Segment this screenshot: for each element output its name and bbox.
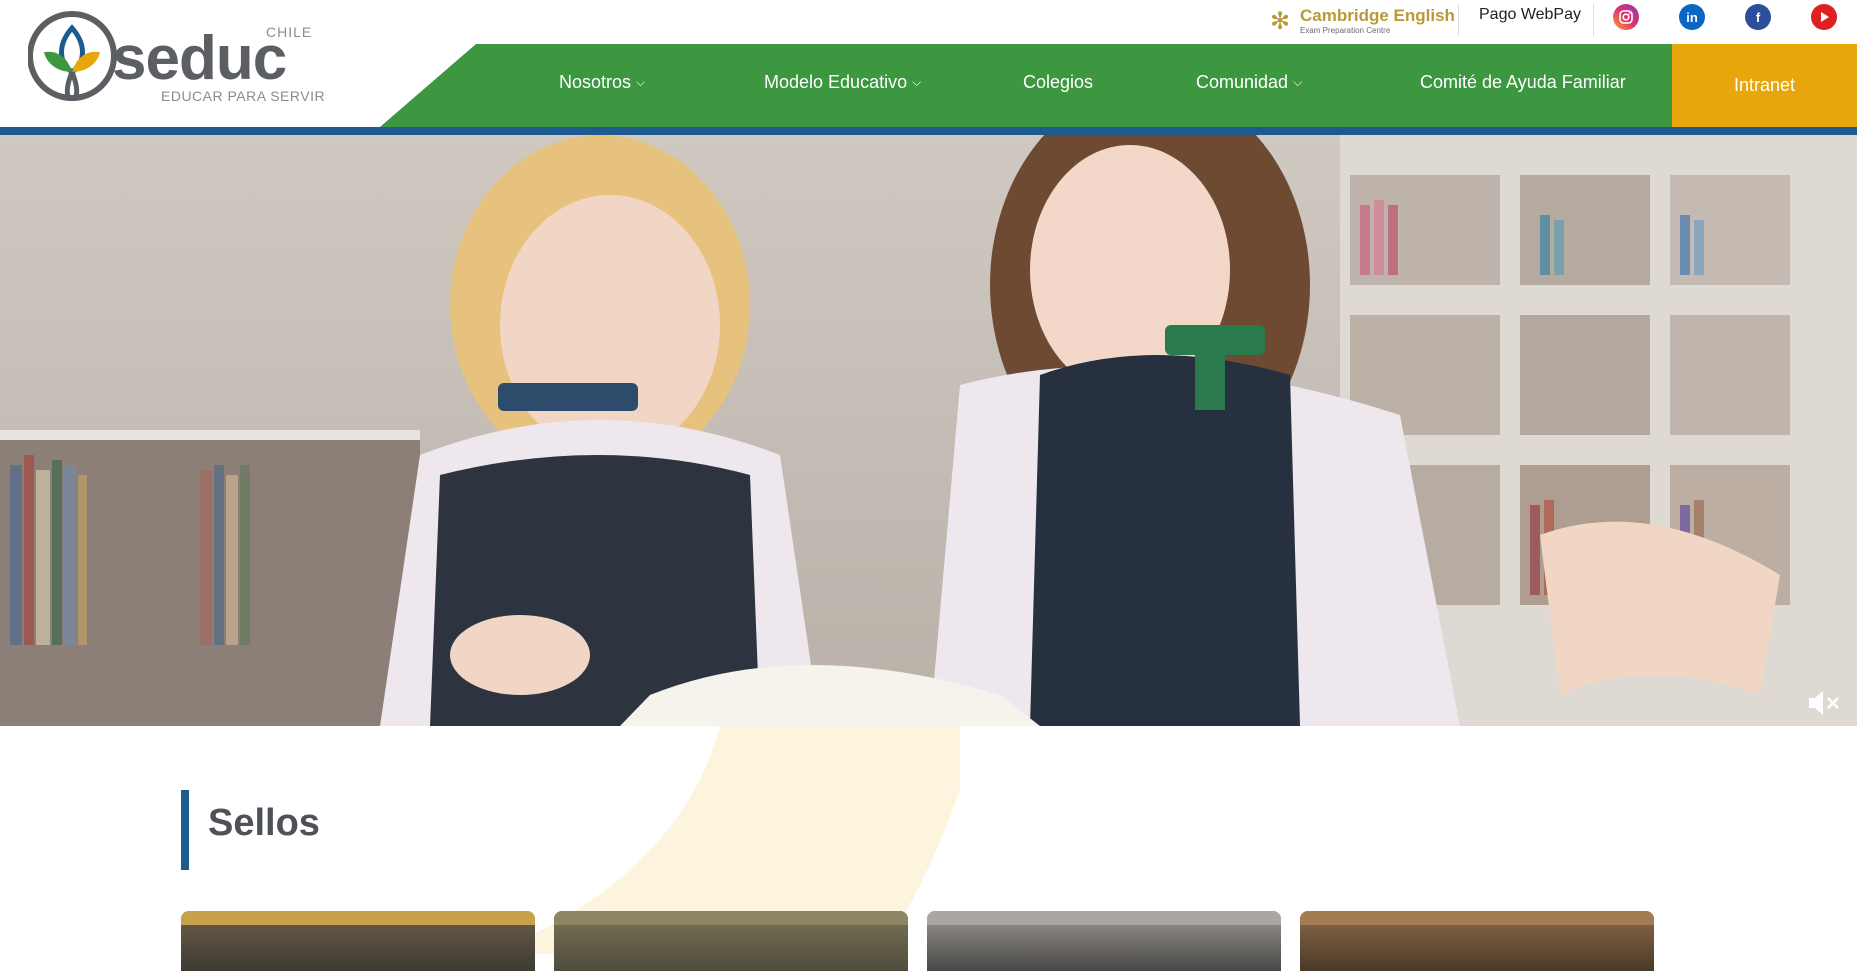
section-accent-bar <box>181 790 189 870</box>
seduc-logo[interactable]: CHILE seduc EDUCAR PARA SERVIR <box>28 10 328 110</box>
pago-webpay-link[interactable]: Pago WebPay <box>1479 6 1581 24</box>
section-title: Sellos <box>208 802 320 844</box>
header-divider <box>0 127 1857 135</box>
nav-item-comite-ayuda-familiar[interactable]: Comité de Ayuda Familiar <box>1420 72 1626 93</box>
nav-item-colegios[interactable]: Colegios <box>1023 72 1093 93</box>
nav-item-label: Nosotros <box>559 72 632 92</box>
card-image <box>554 911 908 925</box>
chevron-down-icon: ⌵ <box>912 75 922 89</box>
nav-item-label: Comunidad <box>1196 72 1289 92</box>
cambridge-subtitle: Exam Preparation Centre <box>1300 26 1391 35</box>
sello-card[interactable] <box>927 911 1281 971</box>
youtube-icon[interactable] <box>1811 4 1837 30</box>
chevron-down-icon: ⌵ <box>636 75 646 89</box>
cambridge-crest-icon: ✻ <box>1270 8 1291 35</box>
hero-video-frame <box>0 135 1857 726</box>
intranet-button[interactable]: Intranet <box>1672 44 1857 127</box>
nav-item-modelo-educativo[interactable]: Modelo Educativo ⌵ <box>764 72 921 93</box>
topbar-divider <box>1593 4 1594 36</box>
sello-card[interactable] <box>181 911 535 971</box>
sello-card[interactable] <box>554 911 908 971</box>
logo-wordmark: seduc <box>112 24 287 93</box>
card-image <box>927 911 1281 925</box>
main-nav: Nosotros ⌵ Modelo Educativo ⌵ Colegios Com… <box>380 44 1857 127</box>
nav-item-nosotros[interactable]: Nosotros ⌵ <box>559 72 645 93</box>
chevron-down-icon: ⌵ <box>1293 75 1303 89</box>
nav-item-label: Modelo Educativo <box>764 72 908 92</box>
linkedin-icon[interactable]: in <box>1679 4 1705 30</box>
cambridge-english-link[interactable]: ✻ Cambridge English Exam Preparation Cen… <box>1270 4 1455 38</box>
card-image <box>181 911 535 925</box>
nav-item-label: Comité de Ayuda Familiar <box>1420 72 1626 92</box>
facebook-icon[interactable]: f <box>1745 4 1771 30</box>
card-image <box>1300 911 1654 925</box>
mute-toggle-icon[interactable] <box>1807 688 1841 718</box>
nav-item-label: Colegios <box>1023 72 1094 92</box>
hero-video[interactable] <box>0 135 1857 726</box>
site-header: CHILE seduc EDUCAR PARA SERVIR ✻ Cambrid… <box>0 0 1857 135</box>
logo-tagline: EDUCAR PARA SERVIR <box>161 88 326 104</box>
nav-item-comunidad[interactable]: Comunidad ⌵ <box>1196 72 1302 93</box>
instagram-icon[interactable] <box>1613 4 1639 30</box>
topbar-divider <box>1458 4 1459 36</box>
sello-card[interactable] <box>1300 911 1654 971</box>
cambridge-title: Cambridge English <box>1300 6 1455 25</box>
